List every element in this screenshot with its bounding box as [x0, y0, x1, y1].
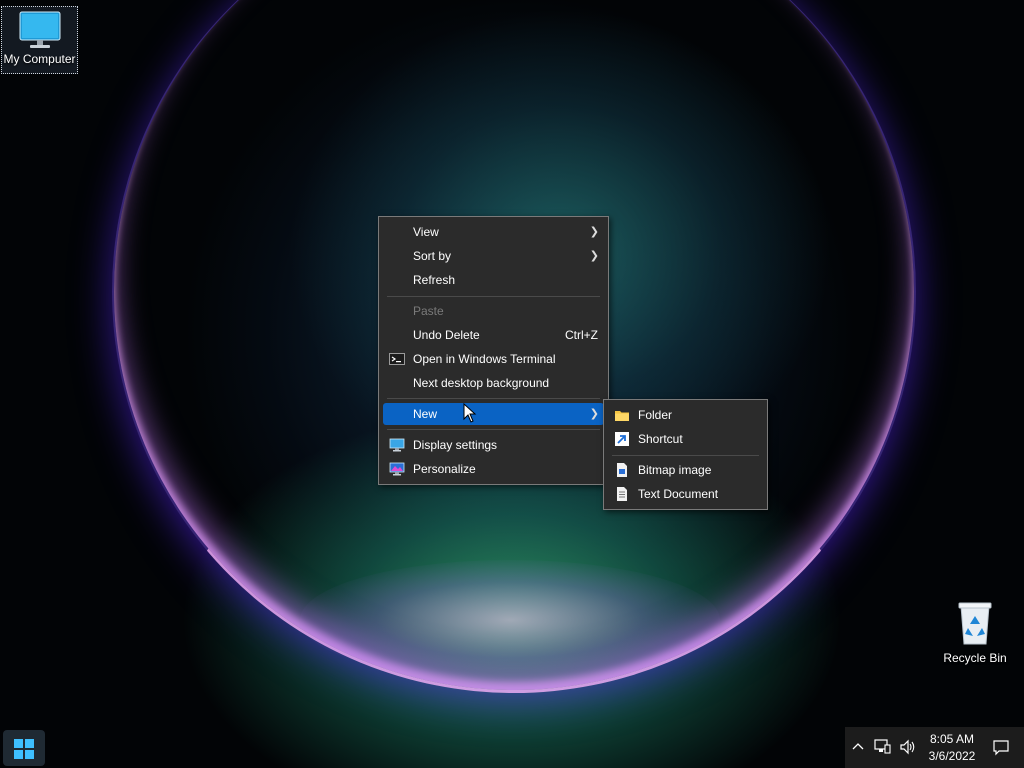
menu-item-label: Display settings [413, 438, 498, 452]
new-submenu: Folder Shortcut Bitmap image Text Docume… [603, 399, 768, 510]
menu-separator [387, 296, 600, 297]
menu-item-label: Personalize [413, 462, 476, 476]
menu-item-label: New [413, 407, 438, 421]
clock-time[interactable]: 8:05 AM [927, 732, 977, 746]
chevron-right-icon: ❯ [589, 250, 599, 262]
submenu-item-text-document[interactable]: Text Document [608, 483, 763, 505]
menu-item-label: Text Document [638, 487, 719, 501]
chevron-right-icon: ❯ [589, 408, 599, 420]
notification-icon[interactable] [992, 739, 1010, 757]
chevron-right-icon: ❯ [589, 226, 599, 238]
menu-item-label: Sort by [413, 249, 452, 263]
menu-item-label: Refresh [413, 273, 456, 287]
menu-item-display-settings[interactable]: Display settings [383, 434, 604, 456]
desktop-icon-label: My Computer [3, 52, 76, 66]
menu-item-next-background[interactable]: Next desktop background [383, 372, 604, 394]
menu-item-label: Next desktop background [413, 376, 550, 390]
volume-icon[interactable] [899, 739, 917, 755]
menu-item-label: Bitmap image [638, 463, 712, 477]
submenu-item-shortcut[interactable]: Shortcut [608, 428, 763, 450]
clock-date[interactable]: 3/6/2022 [927, 749, 977, 763]
personalize-icon [389, 462, 405, 476]
monitor-icon [19, 11, 60, 48]
desktop-icon-recycle-bin[interactable]: Recycle Bin [940, 600, 1010, 665]
wallpaper-glow [300, 560, 720, 680]
display-icon [389, 438, 405, 452]
menu-item-label: Folder [638, 408, 673, 422]
menu-item-label: Undo Delete [413, 328, 480, 342]
mouse-cursor-icon [463, 403, 477, 423]
start-button[interactable] [3, 730, 45, 766]
menu-item-label: View [413, 225, 439, 239]
menu-item-open-terminal[interactable]: Open in Windows Terminal [383, 348, 604, 370]
menu-item-view[interactable]: View ❯ [383, 221, 604, 243]
menu-item-undo-delete[interactable]: Undo Delete Ctrl+Z [383, 324, 604, 346]
menu-separator [387, 398, 600, 399]
menu-item-label: Paste [413, 304, 444, 318]
submenu-item-folder[interactable]: Folder [608, 404, 763, 426]
system-tray: 8:05 AM 3/6/2022 [845, 727, 1024, 768]
menu-item-new[interactable]: New ❯ [383, 403, 604, 425]
taskbar: 8:05 AM 3/6/2022 [0, 727, 1024, 768]
network-icon[interactable] [874, 739, 892, 755]
menu-separator [612, 455, 759, 456]
menu-item-refresh[interactable]: Refresh [383, 269, 604, 291]
menu-item-label: Open in Windows Terminal [413, 352, 556, 366]
bitmap-icon [617, 463, 627, 477]
text-document-icon [617, 487, 627, 501]
desktop-icon-my-computer[interactable]: My Computer [1, 6, 78, 74]
menu-item-sort-by[interactable]: Sort by ❯ [383, 245, 604, 267]
chevron-up-icon[interactable] [852, 741, 864, 751]
desktop-context-menu: View ❯ Sort by ❯ Refresh Paste Undo Dele… [378, 216, 609, 485]
menu-item-label: Shortcut [638, 432, 683, 446]
shortcut-icon [615, 432, 629, 446]
desktop-icon-label: Recycle Bin [943, 651, 1007, 665]
terminal-icon [389, 353, 405, 365]
menu-separator [387, 429, 600, 430]
recycle-bin-icon [958, 602, 992, 645]
submenu-item-bitmap-image[interactable]: Bitmap image [608, 459, 763, 481]
menu-item-paste: Paste [383, 300, 604, 322]
menu-item-personalize[interactable]: Personalize [383, 458, 604, 480]
folder-icon [615, 411, 629, 421]
menu-item-shortcut: Ctrl+Z [565, 328, 598, 342]
